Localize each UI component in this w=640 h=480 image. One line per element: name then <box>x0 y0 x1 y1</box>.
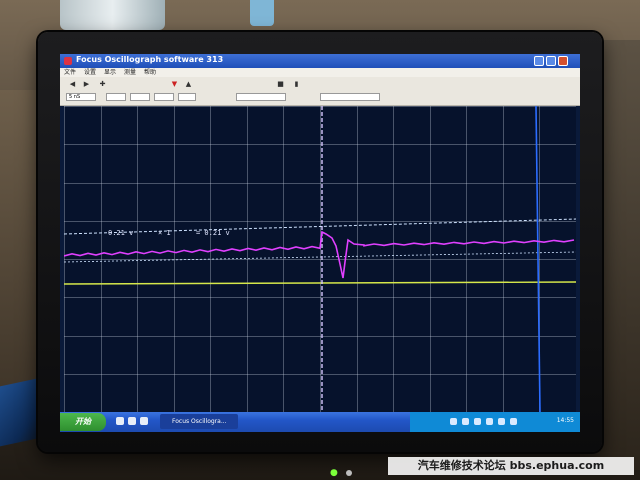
menu-item-file[interactable]: 文件 <box>64 68 76 77</box>
toolbar-field-3[interactable] <box>130 93 150 101</box>
close-button[interactable] <box>558 56 568 66</box>
tray-volume-icon[interactable] <box>462 418 469 425</box>
tray-security-icon[interactable] <box>486 418 493 425</box>
oscilloscope-plot[interactable]: 0.21 v × 1 = 0.21 v <box>64 106 576 412</box>
tray-update-icon[interactable] <box>498 418 505 425</box>
tray-input-icon[interactable] <box>474 418 481 425</box>
taskbar: 开始 Focus Oscillogra... 14:55 <box>60 412 580 432</box>
tray-app-icon[interactable] <box>510 418 517 425</box>
background-can <box>60 0 165 30</box>
monitor-screen: Focus Oscillograph software 313 文件 设置 显示… <box>60 54 580 432</box>
multiplier-label: × 1 <box>158 229 171 237</box>
site-watermark: 汽车维修技术论坛 bbs.ephua.com <box>388 457 634 475</box>
cursor-left-label: 0.21 v <box>108 229 134 237</box>
plot-svg <box>64 106 576 412</box>
menu-item-settings[interactable]: 设置 <box>84 68 96 77</box>
toolbar-field-7[interactable] <box>320 93 380 101</box>
menu-item-measure[interactable]: 测量 <box>124 68 136 77</box>
app-icon <box>64 57 72 65</box>
tray-network-icon[interactable] <box>450 418 457 425</box>
menu-item-view[interactable]: 显示 <box>104 68 116 77</box>
print-icon[interactable]: ▮ <box>292 80 301 88</box>
window-title: Focus Oscillograph software 313 <box>76 55 224 64</box>
monitor-power-led: ● <box>330 468 338 478</box>
toolbar-field-6[interactable] <box>236 93 286 101</box>
toolbar-field-5[interactable] <box>178 93 196 101</box>
lock-icon[interactable]: ■ <box>276 80 285 88</box>
minimize-button[interactable] <box>534 56 544 66</box>
trigger-icon[interactable]: ▼ <box>170 80 179 88</box>
menu-item-help[interactable]: 帮助 <box>144 68 156 77</box>
menu-bar: 文件 设置 显示 测量 帮助 <box>60 68 580 77</box>
toolbar-field-2[interactable] <box>106 93 126 101</box>
toolbar: ◀ ▶ ✚ ▼ ▲ ■ ▮ 5 nS <box>60 77 580 106</box>
timebase-field[interactable]: 5 nS <box>66 93 96 101</box>
signal-trace <box>64 230 575 279</box>
maximize-button[interactable] <box>546 56 556 66</box>
start-button[interactable]: 开始 <box>60 413 106 431</box>
cursor-right-label: = 0.21 v <box>196 229 230 237</box>
forward-icon[interactable]: ▶ <box>82 80 91 88</box>
channel-icon[interactable]: ▲ <box>184 80 193 88</box>
monitor-bezel: Focus Oscillograph software 313 文件 设置 显示… <box>38 32 602 452</box>
photo-scene: Focus Oscillograph software 313 文件 设置 显示… <box>0 0 640 480</box>
back-icon[interactable]: ◀ <box>68 80 77 88</box>
system-tray: 14:55 <box>410 412 580 432</box>
toolbar-field-4[interactable] <box>154 93 174 101</box>
zoom-icon[interactable]: ✚ <box>98 80 107 88</box>
title-bar: Focus Oscillograph software 313 <box>60 54 580 68</box>
plot-grid <box>64 106 576 412</box>
quicklaunch-ie-icon[interactable] <box>116 417 124 425</box>
monitor-button[interactable] <box>346 470 352 476</box>
quicklaunch-desktop-icon[interactable] <box>128 417 136 425</box>
background-bottle <box>250 0 274 26</box>
quicklaunch-media-icon[interactable] <box>140 417 148 425</box>
tray-clock: 14:55 <box>556 417 574 424</box>
taskbar-app-button[interactable]: Focus Oscillogra... <box>160 414 238 429</box>
